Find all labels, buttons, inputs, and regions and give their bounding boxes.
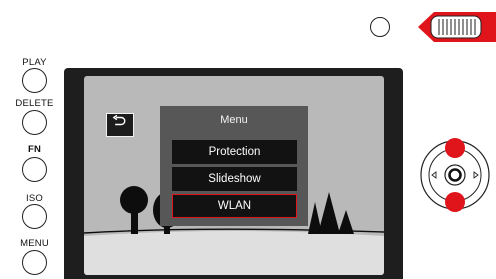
menu-item-wlan[interactable]: WLAN (172, 194, 297, 218)
thumbwheel-dial-icon[interactable] (414, 10, 496, 44)
iso-button[interactable] (22, 204, 47, 229)
play-button[interactable] (22, 68, 47, 93)
iso-label: ISO (26, 193, 43, 204)
play-label: PLAY (22, 57, 47, 68)
fn-label: FN (27, 144, 42, 155)
nav-down-button[interactable] (445, 192, 465, 212)
delete-button[interactable] (22, 110, 47, 135)
nav-up-button[interactable] (445, 138, 465, 158)
navigation-pad[interactable] (419, 137, 491, 213)
menu-button[interactable] (22, 250, 47, 275)
delete-label: DELETE (15, 98, 54, 109)
lcd-display: Menu Protection Slideshow WLAN (84, 76, 384, 275)
fn-button[interactable] (22, 157, 47, 182)
menu-label: MENU (20, 238, 49, 249)
top-round-button[interactable] (370, 17, 390, 37)
return-arrow-icon (112, 114, 126, 126)
back-button[interactable] (106, 113, 134, 137)
menu-title: Menu (220, 114, 248, 126)
menu-panel: Menu Protection Slideshow WLAN (160, 106, 308, 226)
menu-item-slideshow[interactable]: Slideshow (172, 167, 297, 191)
menu-item-protection[interactable]: Protection (172, 140, 297, 164)
nav-center-button[interactable] (444, 164, 466, 186)
